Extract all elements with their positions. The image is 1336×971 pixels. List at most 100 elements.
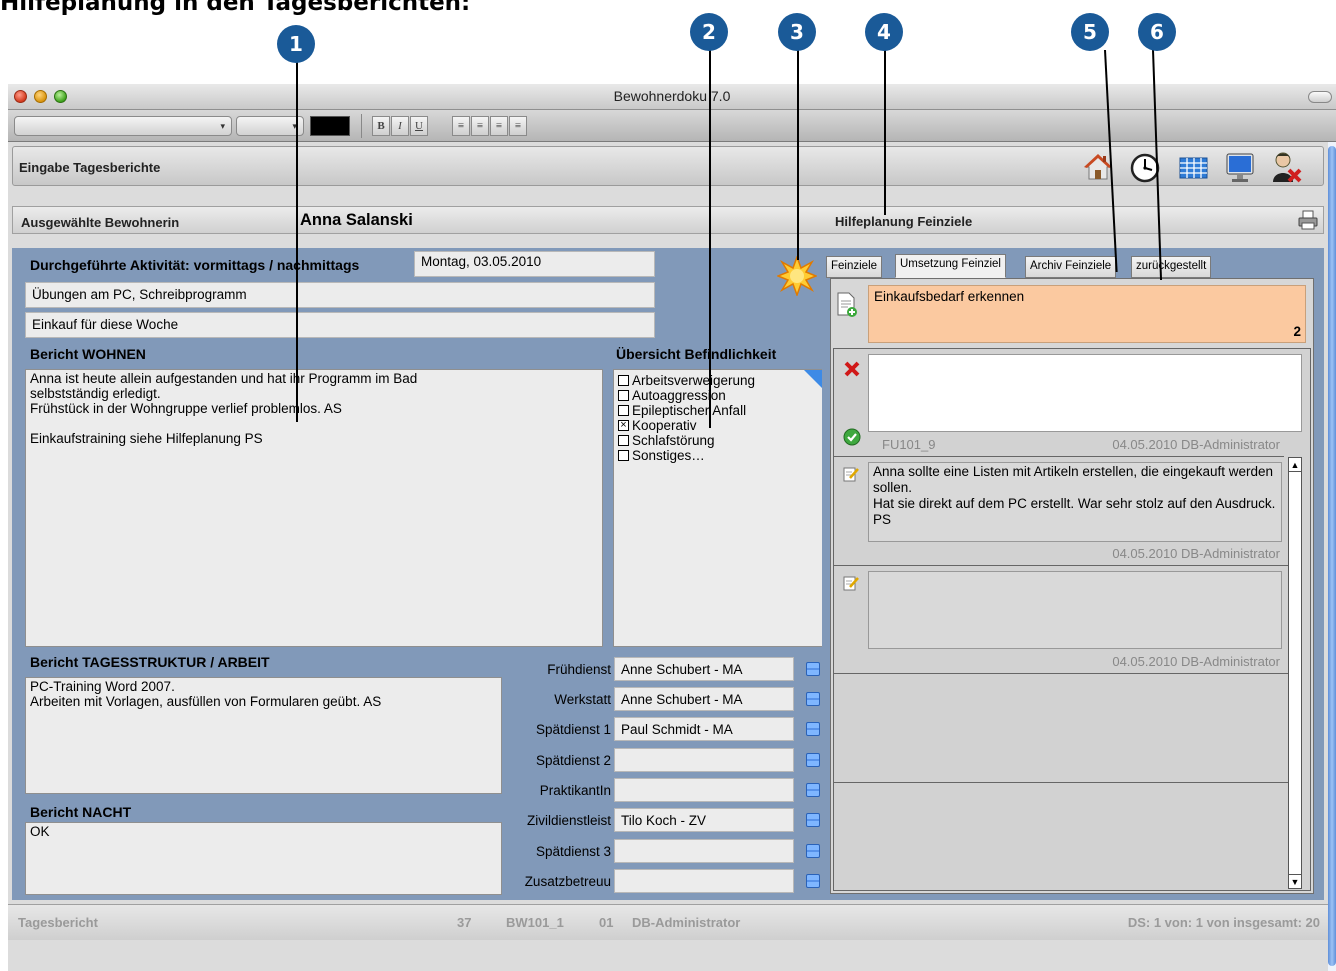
align-center-button[interactable]: ≡ bbox=[471, 116, 489, 136]
staff-field-zivildienstleist[interactable]: Tilo Koch - ZV bbox=[614, 808, 794, 832]
scroll-down-arrow[interactable]: ▼ bbox=[1289, 874, 1301, 888]
align-justify-button[interactable]: ≡ bbox=[509, 116, 527, 136]
italic-button[interactable]: I bbox=[391, 116, 409, 136]
printer-icon[interactable] bbox=[1298, 210, 1318, 230]
activity-morning-field[interactable]: Übungen am PC, Schreibprogramm bbox=[25, 282, 655, 308]
text-line: Frühstück in der Wohngruppe verlief prob… bbox=[30, 401, 342, 416]
text-color-swatch[interactable] bbox=[310, 116, 350, 136]
edit-note-icon[interactable] bbox=[843, 575, 859, 591]
checkbox-box[interactable] bbox=[618, 390, 629, 401]
text-line: Arbeiten mit Vorlagen, ausfüllen von For… bbox=[30, 694, 382, 709]
checkbox-box[interactable] bbox=[618, 375, 629, 386]
align-left-button[interactable]: ≡ bbox=[452, 116, 470, 136]
document-heading: Hilfeplanung in den Tagesberichten: bbox=[0, 0, 471, 16]
text-line: Anna ist heute allein aufgestanden und h… bbox=[30, 371, 418, 386]
entries-scrollbar[interactable]: ▲ ▼ bbox=[1288, 457, 1302, 889]
staff-picker-button[interactable] bbox=[806, 722, 820, 736]
activity-date-field[interactable]: Montag, 03.05.2010 bbox=[414, 251, 655, 277]
plan-section-label: Hilfeplanung Feinziele bbox=[835, 214, 973, 229]
entry-textarea[interactable]: Anna sollte eine Listen mit Artikeln ers… bbox=[868, 462, 1282, 542]
checkbox-box[interactable] bbox=[618, 450, 629, 461]
entry-textarea[interactable] bbox=[868, 571, 1282, 649]
staff-picker-button[interactable] bbox=[806, 662, 820, 676]
add-document-icon[interactable] bbox=[836, 292, 858, 318]
checkbox-autoaggression[interactable]: Autoaggression bbox=[618, 388, 818, 403]
callout-marker-6: 6 bbox=[1138, 13, 1176, 51]
resident-name: Anna Salanski bbox=[300, 211, 413, 229]
toolbar-toggle-button[interactable] bbox=[1308, 91, 1332, 103]
staff-label-werkstatt: Werkstatt bbox=[554, 692, 611, 707]
tab-zurueckgestellt[interactable]: zurückgestellt bbox=[1131, 256, 1212, 278]
scroll-up-arrow[interactable]: ▲ bbox=[1289, 458, 1301, 472]
checkbox-kooperativ[interactable]: × Kooperativ bbox=[618, 418, 818, 433]
text-line: PC-Training Word 2007. bbox=[30, 679, 175, 694]
checkbox-epileptischer-anfall[interactable]: Epileptischer Anfall bbox=[618, 403, 818, 418]
staff-label-zusatzbetreuung: Zusatzbetreuu bbox=[524, 874, 611, 889]
status-context: Tagesbericht bbox=[18, 915, 98, 930]
staff-picker-button[interactable] bbox=[806, 844, 820, 858]
window-title: Bewohnerdoku 7.0 bbox=[613, 88, 731, 104]
callout-line bbox=[884, 50, 886, 215]
font-family-select[interactable]: ▾ bbox=[14, 116, 232, 136]
checkbox-box-checked[interactable]: × bbox=[618, 420, 629, 431]
callout-marker-2: 2 bbox=[690, 13, 728, 51]
font-size-select[interactable]: ▾ bbox=[236, 116, 304, 136]
checkbox-sonstiges[interactable]: Sonstiges… bbox=[618, 448, 818, 463]
staff-picker-button[interactable] bbox=[806, 813, 820, 827]
bold-button[interactable]: B bbox=[372, 116, 390, 136]
checkbox-label: Epileptischer Anfall bbox=[632, 403, 747, 418]
delete-icon[interactable] bbox=[843, 360, 861, 378]
checkbox-box[interactable] bbox=[618, 435, 629, 446]
status-record-count: DS: 1 von: 1 von insgesamt: 20 bbox=[1127, 915, 1320, 930]
staff-picker-button[interactable] bbox=[806, 783, 820, 797]
text-line: selbstständig erledigt. bbox=[30, 386, 161, 401]
tab-feinziele[interactable]: Feinziele bbox=[826, 256, 883, 278]
underline-button[interactable]: U bbox=[410, 116, 428, 136]
staff-field-fruehdienst[interactable]: Anne Schubert - MA bbox=[614, 657, 794, 681]
staff-label-spaetdienst-2: Spätdienst 2 bbox=[535, 753, 611, 768]
checkbox-label: Autoaggression bbox=[632, 388, 726, 403]
user-remove-icon[interactable] bbox=[1269, 150, 1303, 184]
format-toolbar: ▾ ▾ B I U ≡ ≡ ≡ ≡ bbox=[8, 110, 1336, 142]
staff-field-spaetdienst-3[interactable] bbox=[614, 839, 794, 863]
activity-label: Durchgeführte Aktivität: vormittags / na… bbox=[30, 257, 360, 273]
page-title: Eingabe Tagesberichte bbox=[19, 160, 161, 175]
staff-field-spaetdienst-2[interactable] bbox=[614, 748, 794, 772]
checkbox-arbeitsverweigerung[interactable]: Arbeitsverweigerung bbox=[618, 373, 818, 388]
staff-label-fruehdienst: Frühdienst bbox=[547, 662, 611, 677]
monitor-icon[interactable] bbox=[1223, 150, 1257, 184]
align-right-button[interactable]: ≡ bbox=[490, 116, 508, 136]
window-scrollbar[interactable] bbox=[1328, 142, 1336, 971]
confirm-check-icon[interactable] bbox=[843, 428, 861, 446]
befindlichkeit-label: Übersicht Befindlichkeit bbox=[616, 346, 777, 362]
feinziel-card[interactable]: Einkaufsbedarf erkennen 2 bbox=[868, 285, 1306, 343]
bericht-nacht-textarea[interactable]: OK bbox=[25, 822, 502, 895]
status-bar: Tagesbericht 37 BW101_1 01 DB-Administra… bbox=[8, 904, 1328, 940]
edit-note-icon[interactable] bbox=[843, 466, 859, 482]
staff-field-werkstatt[interactable]: Anne Schubert - MA bbox=[614, 687, 794, 711]
entry-new-textarea[interactable] bbox=[868, 354, 1302, 432]
bericht-wohnen-textarea[interactable]: Anna ist heute allein aufgestanden und h… bbox=[25, 369, 603, 647]
checkbox-box[interactable] bbox=[618, 405, 629, 416]
staff-picker-button[interactable] bbox=[806, 753, 820, 767]
bericht-nacht-label: Bericht NACHT bbox=[30, 804, 132, 820]
calendar-grid-icon[interactable] bbox=[1176, 150, 1210, 184]
staff-picker-button[interactable] bbox=[806, 874, 820, 888]
checkbox-label: Schlafstörung bbox=[632, 433, 715, 448]
entry-meta: 04.05.2010 DB-Administrator bbox=[1112, 546, 1280, 561]
staff-field-zusatzbetreuung[interactable] bbox=[614, 869, 794, 893]
entry-divider bbox=[834, 456, 1284, 457]
text-line bbox=[30, 416, 598, 431]
new-entry-star-icon[interactable] bbox=[775, 254, 819, 298]
activity-afternoon-field[interactable]: Einkauf für diese Woche bbox=[25, 312, 655, 338]
entry-divider bbox=[834, 565, 1288, 566]
entry-divider bbox=[834, 782, 1288, 783]
staff-picker-button[interactable] bbox=[806, 692, 820, 706]
status-number: 37 bbox=[457, 915, 472, 930]
callout-line bbox=[296, 62, 298, 422]
staff-field-spaetdienst-1[interactable]: Paul Schmidt - MA bbox=[614, 717, 794, 741]
staff-field-praktikantin[interactable] bbox=[614, 778, 794, 802]
checkbox-schlafstoerung[interactable]: Schlafstörung bbox=[618, 433, 818, 448]
bericht-tagesstruktur-textarea[interactable]: PC-Training Word 2007. Arbeiten mit Vorl… bbox=[25, 677, 502, 794]
tab-umsetzung-feinziel[interactable]: Umsetzung Feinziel bbox=[895, 254, 1006, 278]
